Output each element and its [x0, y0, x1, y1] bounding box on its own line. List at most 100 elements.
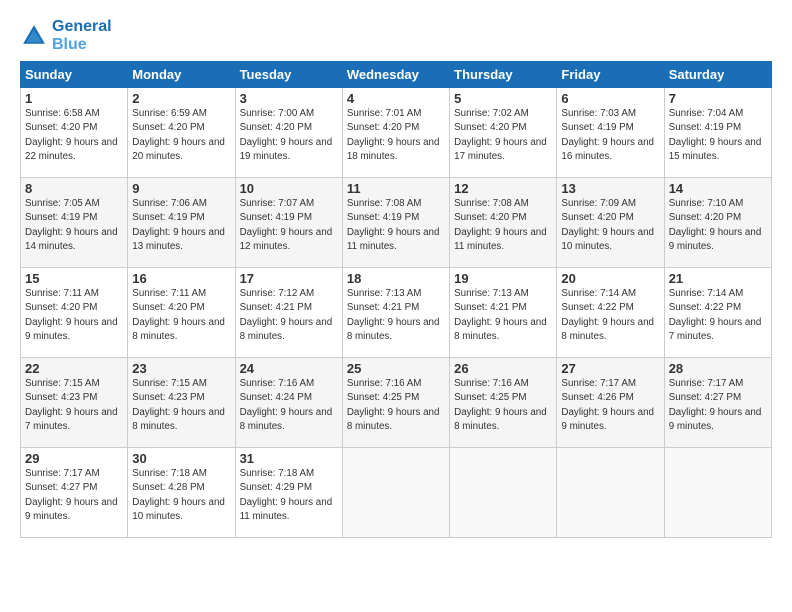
day-number: 30: [132, 451, 230, 466]
day-info: Sunrise: 7:03 AMSunset: 4:19 PMDaylight:…: [561, 107, 659, 164]
calendar-day-7: 7 Sunrise: 7:04 AMSunset: 4:19 PMDayligh…: [664, 88, 771, 178]
calendar-day-20: 20 Sunrise: 7:14 AMSunset: 4:22 PMDaylig…: [557, 268, 664, 358]
day-number: 2: [132, 91, 230, 106]
calendar-day-10: 10 Sunrise: 7:07 AMSunset: 4:19 PMDaylig…: [235, 178, 342, 268]
calendar-header-tuesday: Tuesday: [235, 62, 342, 88]
calendar-week-5: 29 Sunrise: 7:17 AMSunset: 4:27 PMDaylig…: [21, 448, 772, 538]
day-number: 13: [561, 181, 659, 196]
day-info: Sunrise: 6:58 AMSunset: 4:20 PMDaylight:…: [25, 107, 123, 164]
calendar-day-11: 11 Sunrise: 7:08 AMSunset: 4:19 PMDaylig…: [342, 178, 449, 268]
calendar-day-4: 4 Sunrise: 7:01 AMSunset: 4:20 PMDayligh…: [342, 88, 449, 178]
calendar-week-2: 8 Sunrise: 7:05 AMSunset: 4:19 PMDayligh…: [21, 178, 772, 268]
day-info: Sunrise: 7:13 AMSunset: 4:21 PMDaylight:…: [454, 287, 552, 344]
day-number: 7: [669, 91, 767, 106]
day-info: Sunrise: 7:10 AMSunset: 4:20 PMDaylight:…: [669, 197, 767, 254]
calendar-header-friday: Friday: [557, 62, 664, 88]
day-number: 17: [240, 271, 338, 286]
day-info: Sunrise: 7:11 AMSunset: 4:20 PMDaylight:…: [132, 287, 230, 344]
day-number: 31: [240, 451, 338, 466]
day-number: 26: [454, 361, 552, 376]
day-info: Sunrise: 7:08 AMSunset: 4:19 PMDaylight:…: [347, 197, 445, 254]
day-number: 6: [561, 91, 659, 106]
day-info: Sunrise: 7:02 AMSunset: 4:20 PMDaylight:…: [454, 107, 552, 164]
day-info: Sunrise: 7:15 AMSunset: 4:23 PMDaylight:…: [25, 377, 123, 434]
calendar-day-30: 30 Sunrise: 7:18 AMSunset: 4:28 PMDaylig…: [128, 448, 235, 538]
calendar-day-17: 17 Sunrise: 7:12 AMSunset: 4:21 PMDaylig…: [235, 268, 342, 358]
logo: General Blue: [20, 18, 112, 53]
empty-cell: [664, 448, 771, 538]
day-number: 28: [669, 361, 767, 376]
calendar-header-saturday: Saturday: [664, 62, 771, 88]
calendar-day-3: 3 Sunrise: 7:00 AMSunset: 4:20 PMDayligh…: [235, 88, 342, 178]
day-info: Sunrise: 7:13 AMSunset: 4:21 PMDaylight:…: [347, 287, 445, 344]
calendar-table: SundayMondayTuesdayWednesdayThursdayFrid…: [20, 61, 772, 538]
calendar-week-4: 22 Sunrise: 7:15 AMSunset: 4:23 PMDaylig…: [21, 358, 772, 448]
day-number: 24: [240, 361, 338, 376]
calendar-day-19: 19 Sunrise: 7:13 AMSunset: 4:21 PMDaylig…: [450, 268, 557, 358]
day-info: Sunrise: 7:06 AMSunset: 4:19 PMDaylight:…: [132, 197, 230, 254]
day-number: 15: [25, 271, 123, 286]
day-info: Sunrise: 6:59 AMSunset: 4:20 PMDaylight:…: [132, 107, 230, 164]
calendar-day-24: 24 Sunrise: 7:16 AMSunset: 4:24 PMDaylig…: [235, 358, 342, 448]
logo-icon: [20, 22, 48, 50]
calendar-day-31: 31 Sunrise: 7:18 AMSunset: 4:29 PMDaylig…: [235, 448, 342, 538]
day-number: 10: [240, 181, 338, 196]
calendar-header-wednesday: Wednesday: [342, 62, 449, 88]
day-number: 18: [347, 271, 445, 286]
empty-cell: [342, 448, 449, 538]
empty-cell: [450, 448, 557, 538]
calendar-day-16: 16 Sunrise: 7:11 AMSunset: 4:20 PMDaylig…: [128, 268, 235, 358]
day-info: Sunrise: 7:18 AMSunset: 4:28 PMDaylight:…: [132, 467, 230, 524]
calendar-day-29: 29 Sunrise: 7:17 AMSunset: 4:27 PMDaylig…: [21, 448, 128, 538]
day-info: Sunrise: 7:17 AMSunset: 4:27 PMDaylight:…: [25, 467, 123, 524]
day-number: 27: [561, 361, 659, 376]
day-number: 29: [25, 451, 123, 466]
day-info: Sunrise: 7:17 AMSunset: 4:26 PMDaylight:…: [561, 377, 659, 434]
calendar-day-13: 13 Sunrise: 7:09 AMSunset: 4:20 PMDaylig…: [557, 178, 664, 268]
header: General Blue: [20, 18, 772, 53]
day-number: 3: [240, 91, 338, 106]
day-number: 22: [25, 361, 123, 376]
day-info: Sunrise: 7:18 AMSunset: 4:29 PMDaylight:…: [240, 467, 338, 524]
calendar-day-9: 9 Sunrise: 7:06 AMSunset: 4:19 PMDayligh…: [128, 178, 235, 268]
calendar-day-5: 5 Sunrise: 7:02 AMSunset: 4:20 PMDayligh…: [450, 88, 557, 178]
calendar-header-row: SundayMondayTuesdayWednesdayThursdayFrid…: [21, 62, 772, 88]
day-info: Sunrise: 7:15 AMSunset: 4:23 PMDaylight:…: [132, 377, 230, 434]
calendar-day-8: 8 Sunrise: 7:05 AMSunset: 4:19 PMDayligh…: [21, 178, 128, 268]
day-info: Sunrise: 7:14 AMSunset: 4:22 PMDaylight:…: [669, 287, 767, 344]
day-info: Sunrise: 7:16 AMSunset: 4:24 PMDaylight:…: [240, 377, 338, 434]
day-number: 5: [454, 91, 552, 106]
day-info: Sunrise: 7:04 AMSunset: 4:19 PMDaylight:…: [669, 107, 767, 164]
day-number: 16: [132, 271, 230, 286]
calendar-header-sunday: Sunday: [21, 62, 128, 88]
calendar-day-26: 26 Sunrise: 7:16 AMSunset: 4:25 PMDaylig…: [450, 358, 557, 448]
day-info: Sunrise: 7:16 AMSunset: 4:25 PMDaylight:…: [454, 377, 552, 434]
empty-cell: [557, 448, 664, 538]
calendar-day-18: 18 Sunrise: 7:13 AMSunset: 4:21 PMDaylig…: [342, 268, 449, 358]
calendar-day-21: 21 Sunrise: 7:14 AMSunset: 4:22 PMDaylig…: [664, 268, 771, 358]
day-info: Sunrise: 7:07 AMSunset: 4:19 PMDaylight:…: [240, 197, 338, 254]
day-info: Sunrise: 7:17 AMSunset: 4:27 PMDaylight:…: [669, 377, 767, 434]
day-number: 4: [347, 91, 445, 106]
day-number: 19: [454, 271, 552, 286]
page: General Blue SundayMondayTuesdayWednesda…: [0, 0, 792, 548]
calendar-day-25: 25 Sunrise: 7:16 AMSunset: 4:25 PMDaylig…: [342, 358, 449, 448]
logo-text: General Blue: [52, 18, 112, 53]
calendar-day-27: 27 Sunrise: 7:17 AMSunset: 4:26 PMDaylig…: [557, 358, 664, 448]
day-info: Sunrise: 7:05 AMSunset: 4:19 PMDaylight:…: [25, 197, 123, 254]
day-info: Sunrise: 7:12 AMSunset: 4:21 PMDaylight:…: [240, 287, 338, 344]
calendar-day-6: 6 Sunrise: 7:03 AMSunset: 4:19 PMDayligh…: [557, 88, 664, 178]
calendar-week-3: 15 Sunrise: 7:11 AMSunset: 4:20 PMDaylig…: [21, 268, 772, 358]
calendar-day-15: 15 Sunrise: 7:11 AMSunset: 4:20 PMDaylig…: [21, 268, 128, 358]
day-number: 11: [347, 181, 445, 196]
day-number: 20: [561, 271, 659, 286]
calendar-day-22: 22 Sunrise: 7:15 AMSunset: 4:23 PMDaylig…: [21, 358, 128, 448]
day-number: 23: [132, 361, 230, 376]
day-number: 12: [454, 181, 552, 196]
day-number: 14: [669, 181, 767, 196]
day-info: Sunrise: 7:01 AMSunset: 4:20 PMDaylight:…: [347, 107, 445, 164]
calendar-day-28: 28 Sunrise: 7:17 AMSunset: 4:27 PMDaylig…: [664, 358, 771, 448]
calendar-week-1: 1 Sunrise: 6:58 AMSunset: 4:20 PMDayligh…: [21, 88, 772, 178]
calendar-header-thursday: Thursday: [450, 62, 557, 88]
day-number: 1: [25, 91, 123, 106]
